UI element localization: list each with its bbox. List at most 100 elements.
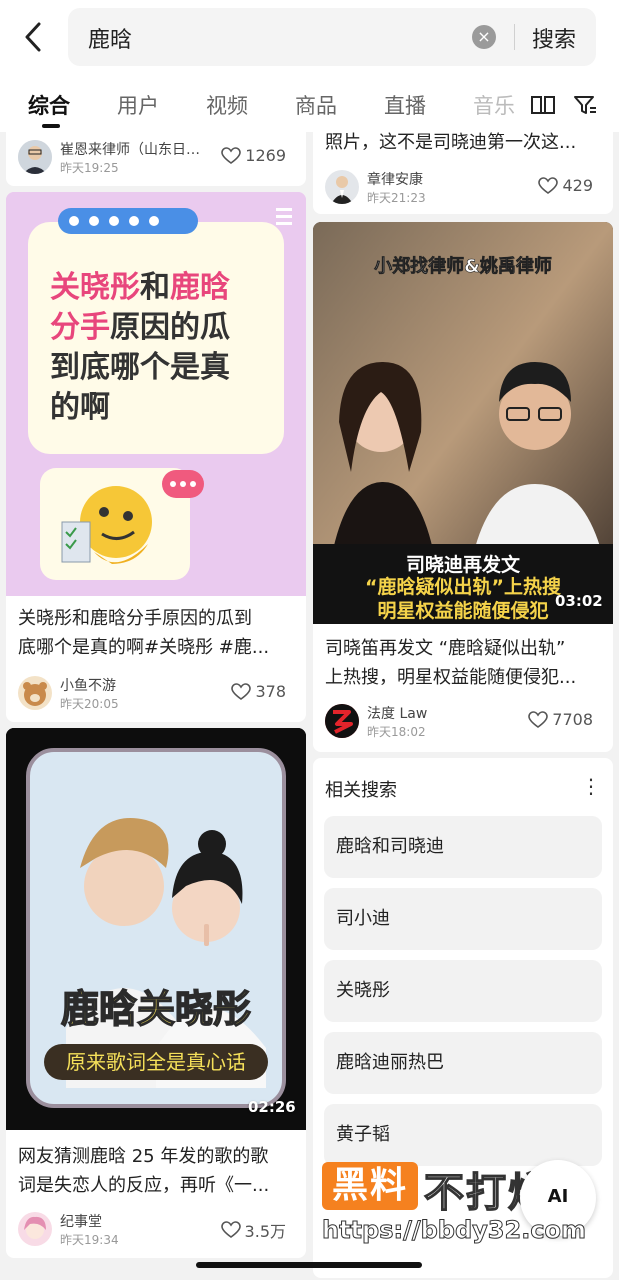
- card-title-line: 网友猜测鹿晗 25 年发的歌的歌: [18, 1146, 269, 1167]
- card-title-line: 司晓笛再发文 “鹿晗疑似出轨”: [325, 638, 566, 659]
- tab-users[interactable]: 用户: [117, 90, 159, 120]
- cover-caption: 关晓彤和鹿晗 分手原因的瓜 到底哪个是真 的啊: [50, 268, 230, 428]
- search-box[interactable]: 鹿晗 × 搜索: [68, 8, 596, 66]
- tab-active-indicator: [42, 124, 60, 128]
- avatar-lawyer-suit-icon: [325, 170, 359, 204]
- author-row: 法度 Law 昨天18:02 7708: [325, 704, 605, 740]
- card-title-line: 照片，这不是司晓迪第一次这...: [325, 132, 577, 153]
- cover-caption-text: 的啊: [50, 390, 110, 425]
- more-options-icon[interactable]: ⋮: [581, 774, 601, 798]
- result-card[interactable]: 小郑找律师&姚禹律师 司晓迪再发文 “鹿晗疑似出轨”上热搜 明星权益能随便侵犯 …: [313, 222, 613, 752]
- like-count[interactable]: 1269: [221, 146, 286, 165]
- tab-comprehensive[interactable]: 综合: [28, 90, 70, 120]
- author-name[interactable]: 小鱼不游: [60, 675, 116, 695]
- post-time: 昨天20:05: [60, 697, 119, 711]
- tab-bar: 综合 用户 视频 商品 直播 音乐: [0, 86, 619, 128]
- cover-caption-text: 鹿晗关晓彤: [60, 986, 252, 1032]
- tab-live[interactable]: 直播: [384, 90, 426, 120]
- search-results-page: 鹿晗 × 搜索 综合 用户 视频 商品 直播 音乐 崔恩来律师（山东日… 昨天1…: [0, 0, 619, 1280]
- author-name[interactable]: 章律安康: [367, 169, 423, 189]
- related-search-item[interactable]: 关晓彤: [324, 960, 602, 1022]
- card-title-line: 底哪个是真的啊#关晓彤 #鹿...: [18, 637, 270, 658]
- like-count[interactable]: 429: [538, 176, 593, 195]
- avatar-law-logo-icon: [325, 704, 359, 738]
- like-count[interactable]: 7708: [528, 710, 593, 729]
- author-name[interactable]: 法度 Law: [367, 703, 427, 723]
- tab-music[interactable]: 音乐: [473, 90, 515, 120]
- cover-caption-text: 原因的瓜: [110, 310, 230, 345]
- author-name[interactable]: 崔恩来律师（山东日…: [60, 139, 200, 159]
- cover-caption-text: 原来歌词全是真心话: [44, 1044, 268, 1080]
- card-title[interactable]: 关晓彤和鹿晗分手原因的瓜到 底哪个是真的啊#关晓彤 #鹿...: [18, 604, 298, 662]
- video-duration: 02:26: [248, 1098, 296, 1116]
- author-name[interactable]: 纪事堂: [60, 1211, 102, 1231]
- related-search-item[interactable]: 黄子韬: [324, 1104, 602, 1166]
- card-title-line: 词是失恋人的反应，再听《一...: [18, 1175, 270, 1196]
- avatar[interactable]: [18, 140, 52, 174]
- like-count-value: 7708: [552, 710, 593, 729]
- author-row: 纪事堂 昨天19:34 3.5万: [18, 1212, 298, 1248]
- heart-icon: [528, 710, 549, 728]
- divider: [514, 24, 515, 50]
- like-count-value: 1269: [245, 146, 286, 165]
- post-time: 昨天19:34: [60, 1233, 119, 1247]
- avatar-lawyer-icon: [18, 140, 52, 174]
- close-circle-icon[interactable]: ×: [472, 25, 496, 49]
- cover-caption-text: 和: [140, 270, 170, 305]
- cover-caption-text: 小郑找律师&姚禹律师: [374, 256, 552, 278]
- avatar[interactable]: [325, 704, 359, 738]
- back-button[interactable]: [16, 18, 50, 56]
- filter-icon[interactable]: [572, 92, 598, 118]
- heart-icon: [538, 176, 559, 194]
- home-indicator[interactable]: [196, 1262, 422, 1268]
- avatar[interactable]: [18, 1212, 52, 1246]
- cover-image: 小郑找律师&姚禹律师 司晓迪再发文 “鹿晗疑似出轨”上热搜 明星权益能随便侵犯 …: [313, 222, 613, 624]
- tab-products[interactable]: 商品: [295, 90, 337, 120]
- cover-image: 关晓彤和鹿晗 分手原因的瓜 到底哪个是真 的啊: [6, 192, 306, 596]
- video-duration: 03:02: [555, 592, 603, 610]
- card-title[interactable]: 司晓笛再发文 “鹿晗疑似出轨” 上热搜，明星权益能随便侵犯...: [325, 634, 605, 692]
- avatar-bear-icon: [18, 676, 52, 710]
- layout-toggle-icon[interactable]: [530, 92, 556, 118]
- like-count-value: 3.5万: [244, 1222, 286, 1241]
- watermark-badge: 黑料: [322, 1162, 418, 1210]
- related-search-item[interactable]: 鹿晗迪丽热巴: [324, 1032, 602, 1094]
- cover-caption-text: 鹿晗: [170, 270, 230, 305]
- cover-caption-text: 分手: [50, 310, 110, 345]
- cover-caption-text: 到底哪个是真: [50, 350, 230, 385]
- result-card[interactable]: 关晓彤和鹿晗 分手原因的瓜 到底哪个是真 的啊 关晓彤和鹿晗分手原因的瓜到 底哪…: [6, 192, 306, 722]
- author-row: 章律安康 昨天21:23 429: [325, 170, 605, 206]
- result-card[interactable]: 照片，这不是司晓迪第一次这... 章律安康 昨天21:23 429: [313, 120, 613, 214]
- ai-label: AI: [547, 1186, 569, 1207]
- like-count-value: 429: [562, 176, 593, 195]
- avatar[interactable]: [18, 676, 52, 710]
- like-count[interactable]: 378: [231, 682, 286, 701]
- related-search-item[interactable]: 鹿晗和司晓迪: [324, 816, 602, 878]
- search-input[interactable]: 鹿晗: [88, 22, 132, 54]
- search-button[interactable]: 搜索: [532, 22, 576, 54]
- post-time: 昨天18:02: [367, 725, 426, 739]
- avatar[interactable]: [325, 170, 359, 204]
- heart-icon: [231, 682, 252, 700]
- author-row: 崔恩来律师（山东日… 昨天19:25 1269: [18, 140, 298, 176]
- avatar-anime-icon: [18, 1212, 52, 1246]
- post-time: 昨天21:23: [367, 191, 426, 205]
- post-time: 昨天19:25: [60, 161, 119, 175]
- cover-image: 鹿晗关晓彤 原来歌词全是真心话 02:26: [6, 728, 306, 1130]
- like-count-value: 378: [255, 682, 286, 701]
- like-count[interactable]: 3.5万: [220, 1218, 286, 1242]
- watermark-url: https://bbdy32.com: [321, 1216, 587, 1245]
- result-card[interactable]: 鹿晗关晓彤 原来歌词全是真心话 02:26 网友猜测鹿晗 25 年发的歌的歌 词…: [6, 728, 306, 1258]
- author-row: 小鱼不游 昨天20:05 378: [18, 676, 298, 712]
- card-title[interactable]: 网友猜测鹿晗 25 年发的歌的歌 词是失恋人的反应，再听《一...: [18, 1142, 298, 1200]
- card-title[interactable]: 照片，这不是司晓迪第一次这...: [325, 128, 605, 157]
- header: 鹿晗 × 搜索 综合 用户 视频 商品 直播 音乐: [0, 0, 619, 132]
- cover-caption-text: 关晓彤: [50, 270, 140, 305]
- card-title-line: 关晓彤和鹿晗分手原因的瓜到: [18, 608, 252, 629]
- related-search-title: 相关搜索: [325, 780, 397, 801]
- card-title-line: 上热搜，明星权益能随便侵犯...: [325, 667, 577, 688]
- related-search-item[interactable]: 司小迪: [324, 888, 602, 950]
- chevron-left-icon: [25, 22, 41, 52]
- tab-videos[interactable]: 视频: [206, 90, 248, 120]
- heart-icon: [220, 1221, 241, 1238]
